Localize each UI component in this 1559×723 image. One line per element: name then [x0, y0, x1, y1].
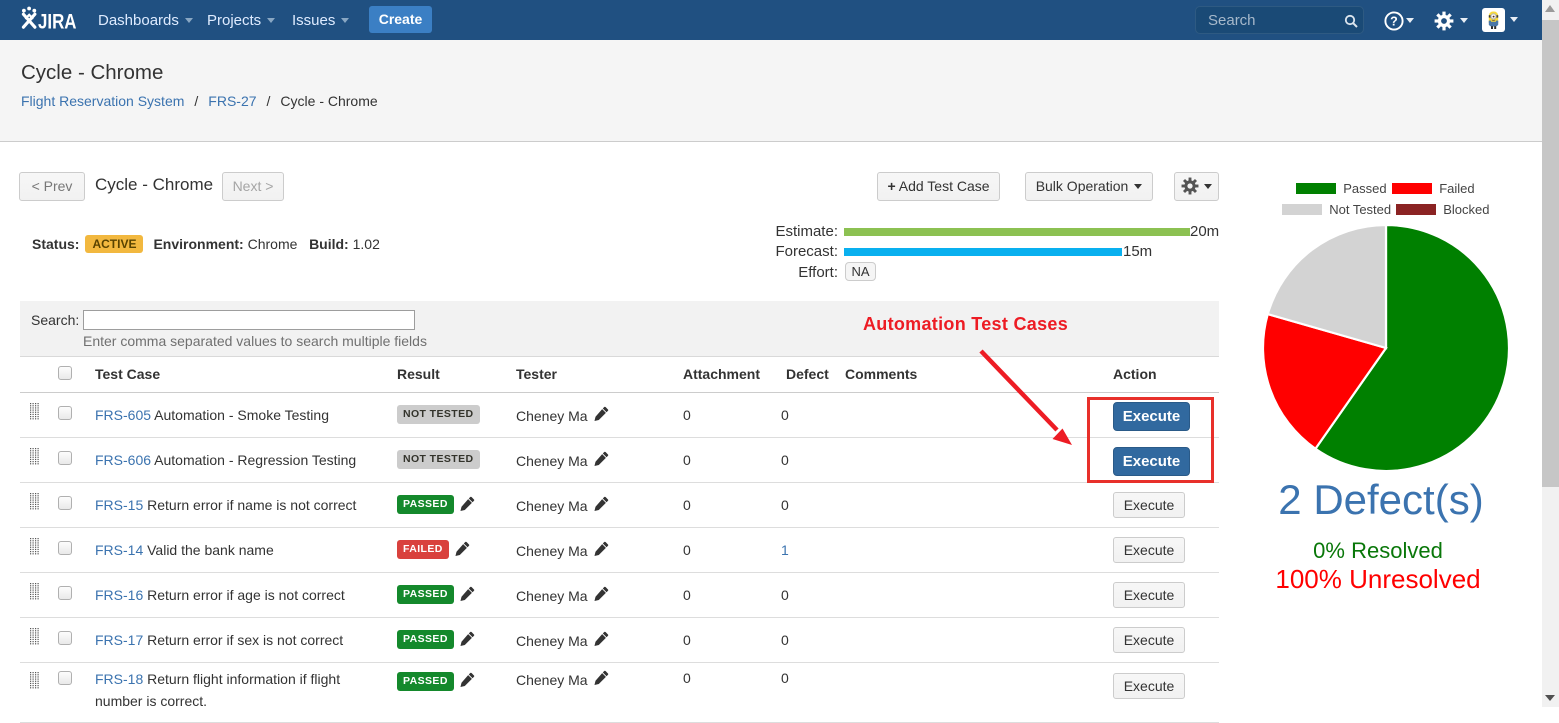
svg-text:JIRA: JIRA: [38, 10, 77, 34]
svg-text:?: ?: [1390, 15, 1398, 29]
